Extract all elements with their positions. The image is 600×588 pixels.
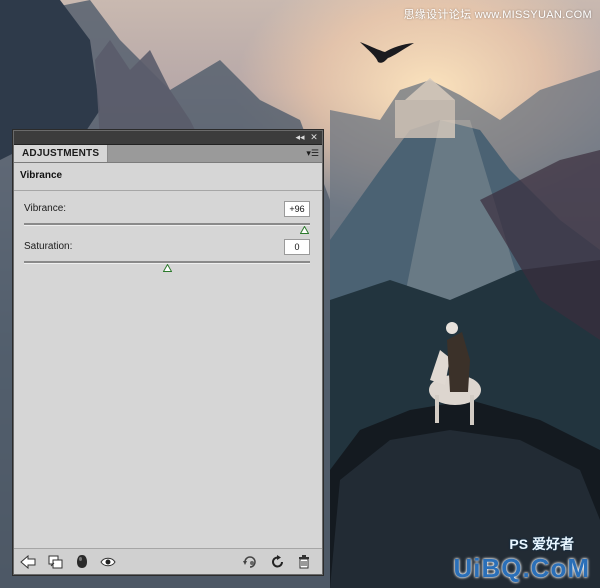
tab-adjustments[interactable]: ADJUSTMENTS: [14, 145, 109, 162]
vibrance-label: Vibrance:: [24, 203, 67, 214]
close-icon[interactable]: ✕: [308, 132, 320, 143]
vibrance-slider-thumb[interactable]: [300, 226, 310, 234]
saturation-slider-thumb[interactable]: [163, 264, 172, 272]
watermark-ps-badge: PS 爱好者: [509, 536, 574, 552]
reset-icon[interactable]: [270, 554, 286, 569]
clip-layer-icon[interactable]: [48, 554, 64, 569]
eye-icon[interactable]: [100, 554, 116, 569]
panel-footer: [14, 548, 322, 574]
collapse-icon[interactable]: ◂◂: [294, 132, 306, 143]
panel-tab-row: ADJUSTMENTS ▾☰: [14, 145, 322, 163]
view-previous-icon[interactable]: [242, 554, 258, 569]
saturation-label: Saturation:: [24, 241, 73, 252]
panel-header: Vibrance: [14, 163, 322, 191]
watermark-bottom: UiBQ.CoM: [453, 553, 590, 583]
watermark-top: 思缘设计论坛 www.MISSYUAN.COM: [403, 9, 592, 21]
vibrance-slider-track[interactable]: [24, 223, 310, 226]
trash-icon[interactable]: [296, 554, 312, 569]
mask-visibility-icon[interactable]: [74, 554, 90, 569]
saturation-value-input[interactable]: 0: [284, 239, 310, 255]
saturation-control: Saturation: 0: [24, 239, 310, 281]
panel-menu-icon[interactable]: ▾☰: [305, 148, 319, 158]
adjustment-title: Vibrance: [20, 170, 63, 181]
panel-titlebar[interactable]: ◂◂ ✕: [14, 131, 322, 145]
vibrance-control: Vibrance: +96: [24, 201, 310, 243]
adjustment-controls: Vibrance: +96 Saturation: 0: [14, 191, 322, 547]
adjustments-panel: ◂◂ ✕ ADJUSTMENTS ▾☰ Vibrance Vibrance: +…: [13, 130, 323, 575]
back-arrow-icon[interactable]: [20, 554, 36, 569]
vibrance-value-input[interactable]: +96: [284, 201, 310, 217]
